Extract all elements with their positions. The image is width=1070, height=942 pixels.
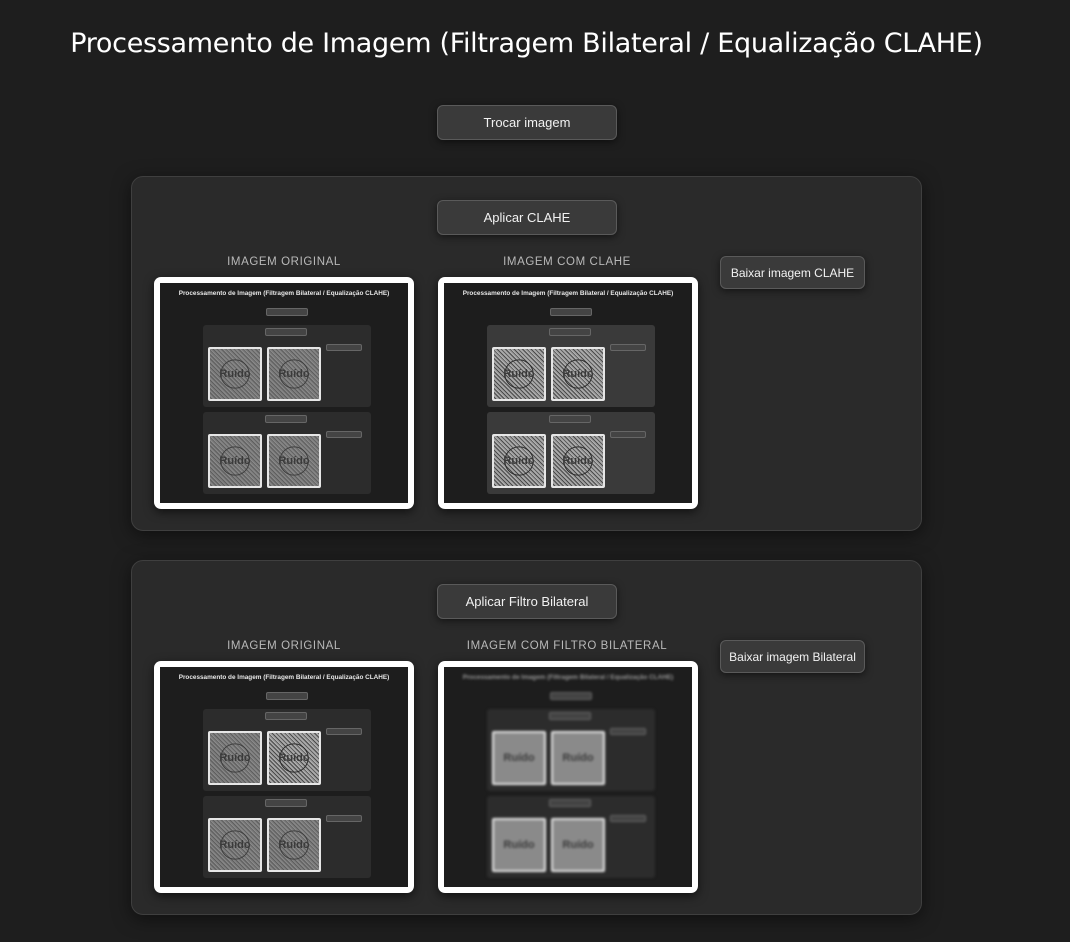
original-image: Processamento de Imagem (Filtragem Bilat… [154,277,414,509]
clahe-panel: Aplicar CLAHE IMAGEM ORIGINAL IMAGEM COM… [131,176,922,531]
bilateral-panel: Aplicar Filtro Bilateral IMAGEM ORIGINAL… [131,560,922,915]
apply-clahe-button[interactable]: Aplicar CLAHE [437,200,617,235]
clahe-image: Processamento de Imagem (Filtragem Bilat… [438,277,698,509]
clahe-image-label: IMAGEM COM CLAHE [503,256,631,268]
thumbnail-title: Processamento de Imagem (Filtragem Bilat… [178,290,390,297]
bilateral-image-label: IMAGEM COM FILTRO BILATERAL [466,640,668,652]
original-image: Processamento de Imagem (Filtragem Bilat… [154,661,414,893]
thumbnail-title: Processamento de Imagem (Filtragem Bilat… [462,290,674,297]
apply-bilateral-button[interactable]: Aplicar Filtro Bilateral [437,584,617,619]
thumbnail-title: Processamento de Imagem (Filtragem Bilat… [178,674,390,681]
download-bilateral-button[interactable]: Baixar imagem Bilateral [720,640,865,673]
thumbnail-title: Processamento de Imagem (Filtragem Bilat… [462,674,674,681]
page-title: Processamento de Imagem (Filtragem Bilat… [70,28,983,59]
download-clahe-button[interactable]: Baixar imagem CLAHE [720,256,865,289]
original-image-label: IMAGEM ORIGINAL [227,640,341,652]
swap-image-button[interactable]: Trocar imagem [437,105,617,140]
bilateral-image: Processamento de Imagem (Filtragem Bilat… [438,661,698,893]
original-image-label: IMAGEM ORIGINAL [227,256,341,268]
